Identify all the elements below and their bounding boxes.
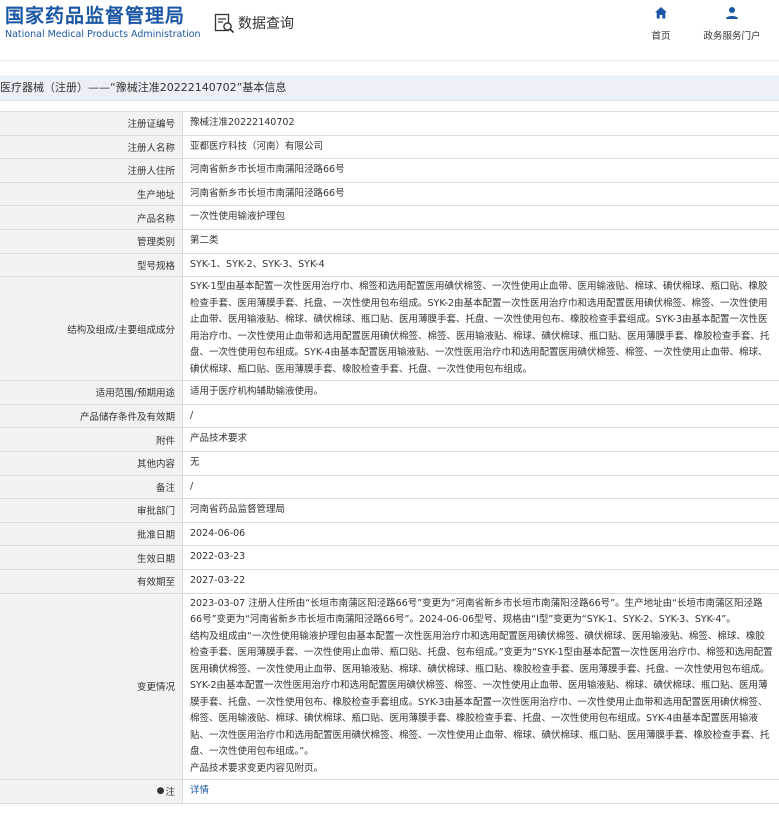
table-row: 附件 产品技术要求 bbox=[0, 428, 779, 452]
row-label: 附件 bbox=[0, 428, 183, 451]
table-row: 生产地址 河南省新乡市长垣市南蒲阳泾路66号 bbox=[0, 182, 779, 207]
structure-text: SYK-1型由基本配置一次性医用治疗巾、棉签和选用配置医用碘伏棉签、一次性使用止… bbox=[190, 281, 770, 375]
table-row: 批准日期 2024-06-06 bbox=[0, 522, 779, 547]
row-value: 2027-03-22 bbox=[190, 574, 246, 586]
table-row: 产品名称 一次性使用输液护理包 bbox=[0, 206, 779, 230]
table-row: 管理类别 第二类 bbox=[0, 229, 779, 254]
nav-home-label: 首页 bbox=[651, 31, 671, 42]
row-value: 详情 bbox=[183, 780, 779, 803]
table-row: 备注 / bbox=[0, 475, 779, 500]
table-row: 适用范围/预期用途 适用于医疗机构辅助输液使用。 bbox=[0, 381, 779, 405]
row-value: 河南省新乡市长垣市南蒲阳泾路66号 bbox=[190, 164, 345, 176]
row-label: 有效期至 bbox=[0, 569, 183, 593]
pin-icon: ● bbox=[156, 786, 165, 797]
row-value: 无 bbox=[190, 456, 200, 468]
table-row-change-history: 变更情况 2023-03-07 注册人住所由“长垣市南蒲区阳泾路66号”变更为“… bbox=[0, 593, 779, 780]
row-label: 注册人住所 bbox=[0, 159, 183, 182]
table-row: 生效日期 2022-03-23 bbox=[0, 546, 779, 570]
row-value: 产品技术要求 bbox=[190, 433, 248, 445]
data-query-title: 数据查询 bbox=[214, 10, 294, 36]
table-row: 注册证编号 豫械注准20222140702 bbox=[0, 112, 779, 136]
row-value: 河南省药品监督管理局 bbox=[190, 504, 286, 516]
table-row-note: ● 注 详情 bbox=[0, 780, 779, 804]
row-label: 备注 bbox=[0, 475, 183, 499]
row-label: 型号规格 bbox=[0, 253, 183, 277]
change-paragraph: 结构及组成由“一次性使用输液护理包由基本配置一次性医用治疗巾和选用配置医用碘伏棉… bbox=[190, 630, 773, 758]
table-row: 结构及组成/主要组成成分 SYK-1型由基本配置一次性医用治疗巾、棉签和选用配置… bbox=[0, 277, 779, 382]
user-icon bbox=[726, 7, 738, 19]
home-icon bbox=[655, 7, 667, 19]
table-row: 注册人住所 河南省新乡市长垣市南蒲阳泾路66号 bbox=[0, 159, 779, 183]
row-label: 其他内容 bbox=[0, 451, 183, 475]
data-query-label: 数据查询 bbox=[238, 16, 294, 32]
row-label: 变更情况 bbox=[0, 593, 183, 779]
table-row: 其他内容 无 bbox=[0, 451, 779, 476]
row-value: / bbox=[190, 409, 194, 421]
row-label: 适用范围/预期用途 bbox=[0, 381, 183, 404]
nav-home[interactable]: 首页 bbox=[626, 6, 696, 43]
table-row: 产品储存条件及有效期 / bbox=[0, 404, 779, 429]
table-row: 型号规格 SYK-1、SYK-2、SYK-3、SYK-4 bbox=[0, 253, 779, 278]
site-logo[interactable]: 国家药品监督管理局 National Medical Products Admi… bbox=[5, 4, 201, 41]
row-value: 亚都医疗科技（河南）有限公司 bbox=[190, 140, 324, 152]
row-label: 注册证编号 bbox=[0, 112, 183, 135]
logo-chinese: 国家药品监督管理局 bbox=[5, 5, 186, 27]
row-value: SYK-1、SYK-2、SYK-3、SYK-4 bbox=[190, 258, 325, 270]
row-value: 河南省新乡市长垣市南蒲阳泾路66号 bbox=[190, 187, 345, 199]
header-divider bbox=[0, 60, 779, 61]
change-paragraph: 产品技术要求变更内容见附页。 bbox=[190, 762, 324, 774]
note-label: 注 bbox=[165, 787, 175, 799]
row-value: 2024-06-06 bbox=[190, 527, 246, 539]
row-label: 批准日期 bbox=[0, 522, 183, 546]
row-label: 产品名称 bbox=[0, 206, 183, 229]
breadcrumb-text: 医疗器械（注册）——“豫械注准20222140702”基本信息 bbox=[0, 81, 287, 94]
nav-gov-service[interactable]: 政务服务门户 bbox=[697, 6, 767, 43]
row-value: 适用于医疗机构辅助输液使用。 bbox=[190, 386, 324, 398]
row-label: 注册人名称 bbox=[0, 135, 183, 159]
detail-table: 注册证编号 豫械注准20222140702 注册人名称 亚都医疗科技（河南）有限… bbox=[0, 111, 779, 804]
details-link[interactable]: 详情 bbox=[190, 783, 209, 800]
site-header: 国家药品监督管理局 National Medical Products Admi… bbox=[0, 0, 779, 50]
row-label: 结构及组成/主要组成成分 bbox=[0, 277, 183, 381]
nav-gov-service-label: 政务服务门户 bbox=[703, 31, 761, 42]
row-label: 审批部门 bbox=[0, 499, 183, 522]
breadcrumb: 医疗器械（注册）——“豫械注准20222140702”基本信息 bbox=[0, 75, 779, 101]
row-value: 一次性使用输液护理包 bbox=[190, 211, 286, 223]
row-label: ● 注 bbox=[0, 780, 183, 803]
logo-english: National Medical Products Administration bbox=[5, 29, 201, 40]
row-label: 生产地址 bbox=[0, 182, 183, 206]
change-paragraph: 2023-03-07 注册人住所由“长垣市南蒲区阳泾路66号”变更为“河南省新乡… bbox=[190, 597, 763, 626]
table-row: 审批部门 河南省药品监督管理局 bbox=[0, 499, 779, 523]
table-row: 注册人名称 亚都医疗科技（河南）有限公司 bbox=[0, 135, 779, 160]
row-value: 2022-03-23 bbox=[190, 551, 246, 563]
row-label: 管理类别 bbox=[0, 229, 183, 253]
row-value: / bbox=[190, 480, 194, 492]
row-value: 2023-03-07 注册人住所由“长垣市南蒲区阳泾路66号”变更为“河南省新乡… bbox=[183, 594, 779, 780]
row-value: 第二类 bbox=[190, 235, 219, 247]
table-row: 有效期至 2027-03-22 bbox=[0, 569, 779, 594]
row-value: SYK-1型由基本配置一次性医用治疗巾、棉签和选用配置医用碘伏棉签、一次性使用止… bbox=[183, 277, 779, 380]
data-query-icon bbox=[214, 13, 235, 33]
row-label: 产品储存条件及有效期 bbox=[0, 404, 183, 428]
row-value: 豫械注准20222140702 bbox=[190, 117, 295, 129]
row-label: 生效日期 bbox=[0, 546, 183, 569]
